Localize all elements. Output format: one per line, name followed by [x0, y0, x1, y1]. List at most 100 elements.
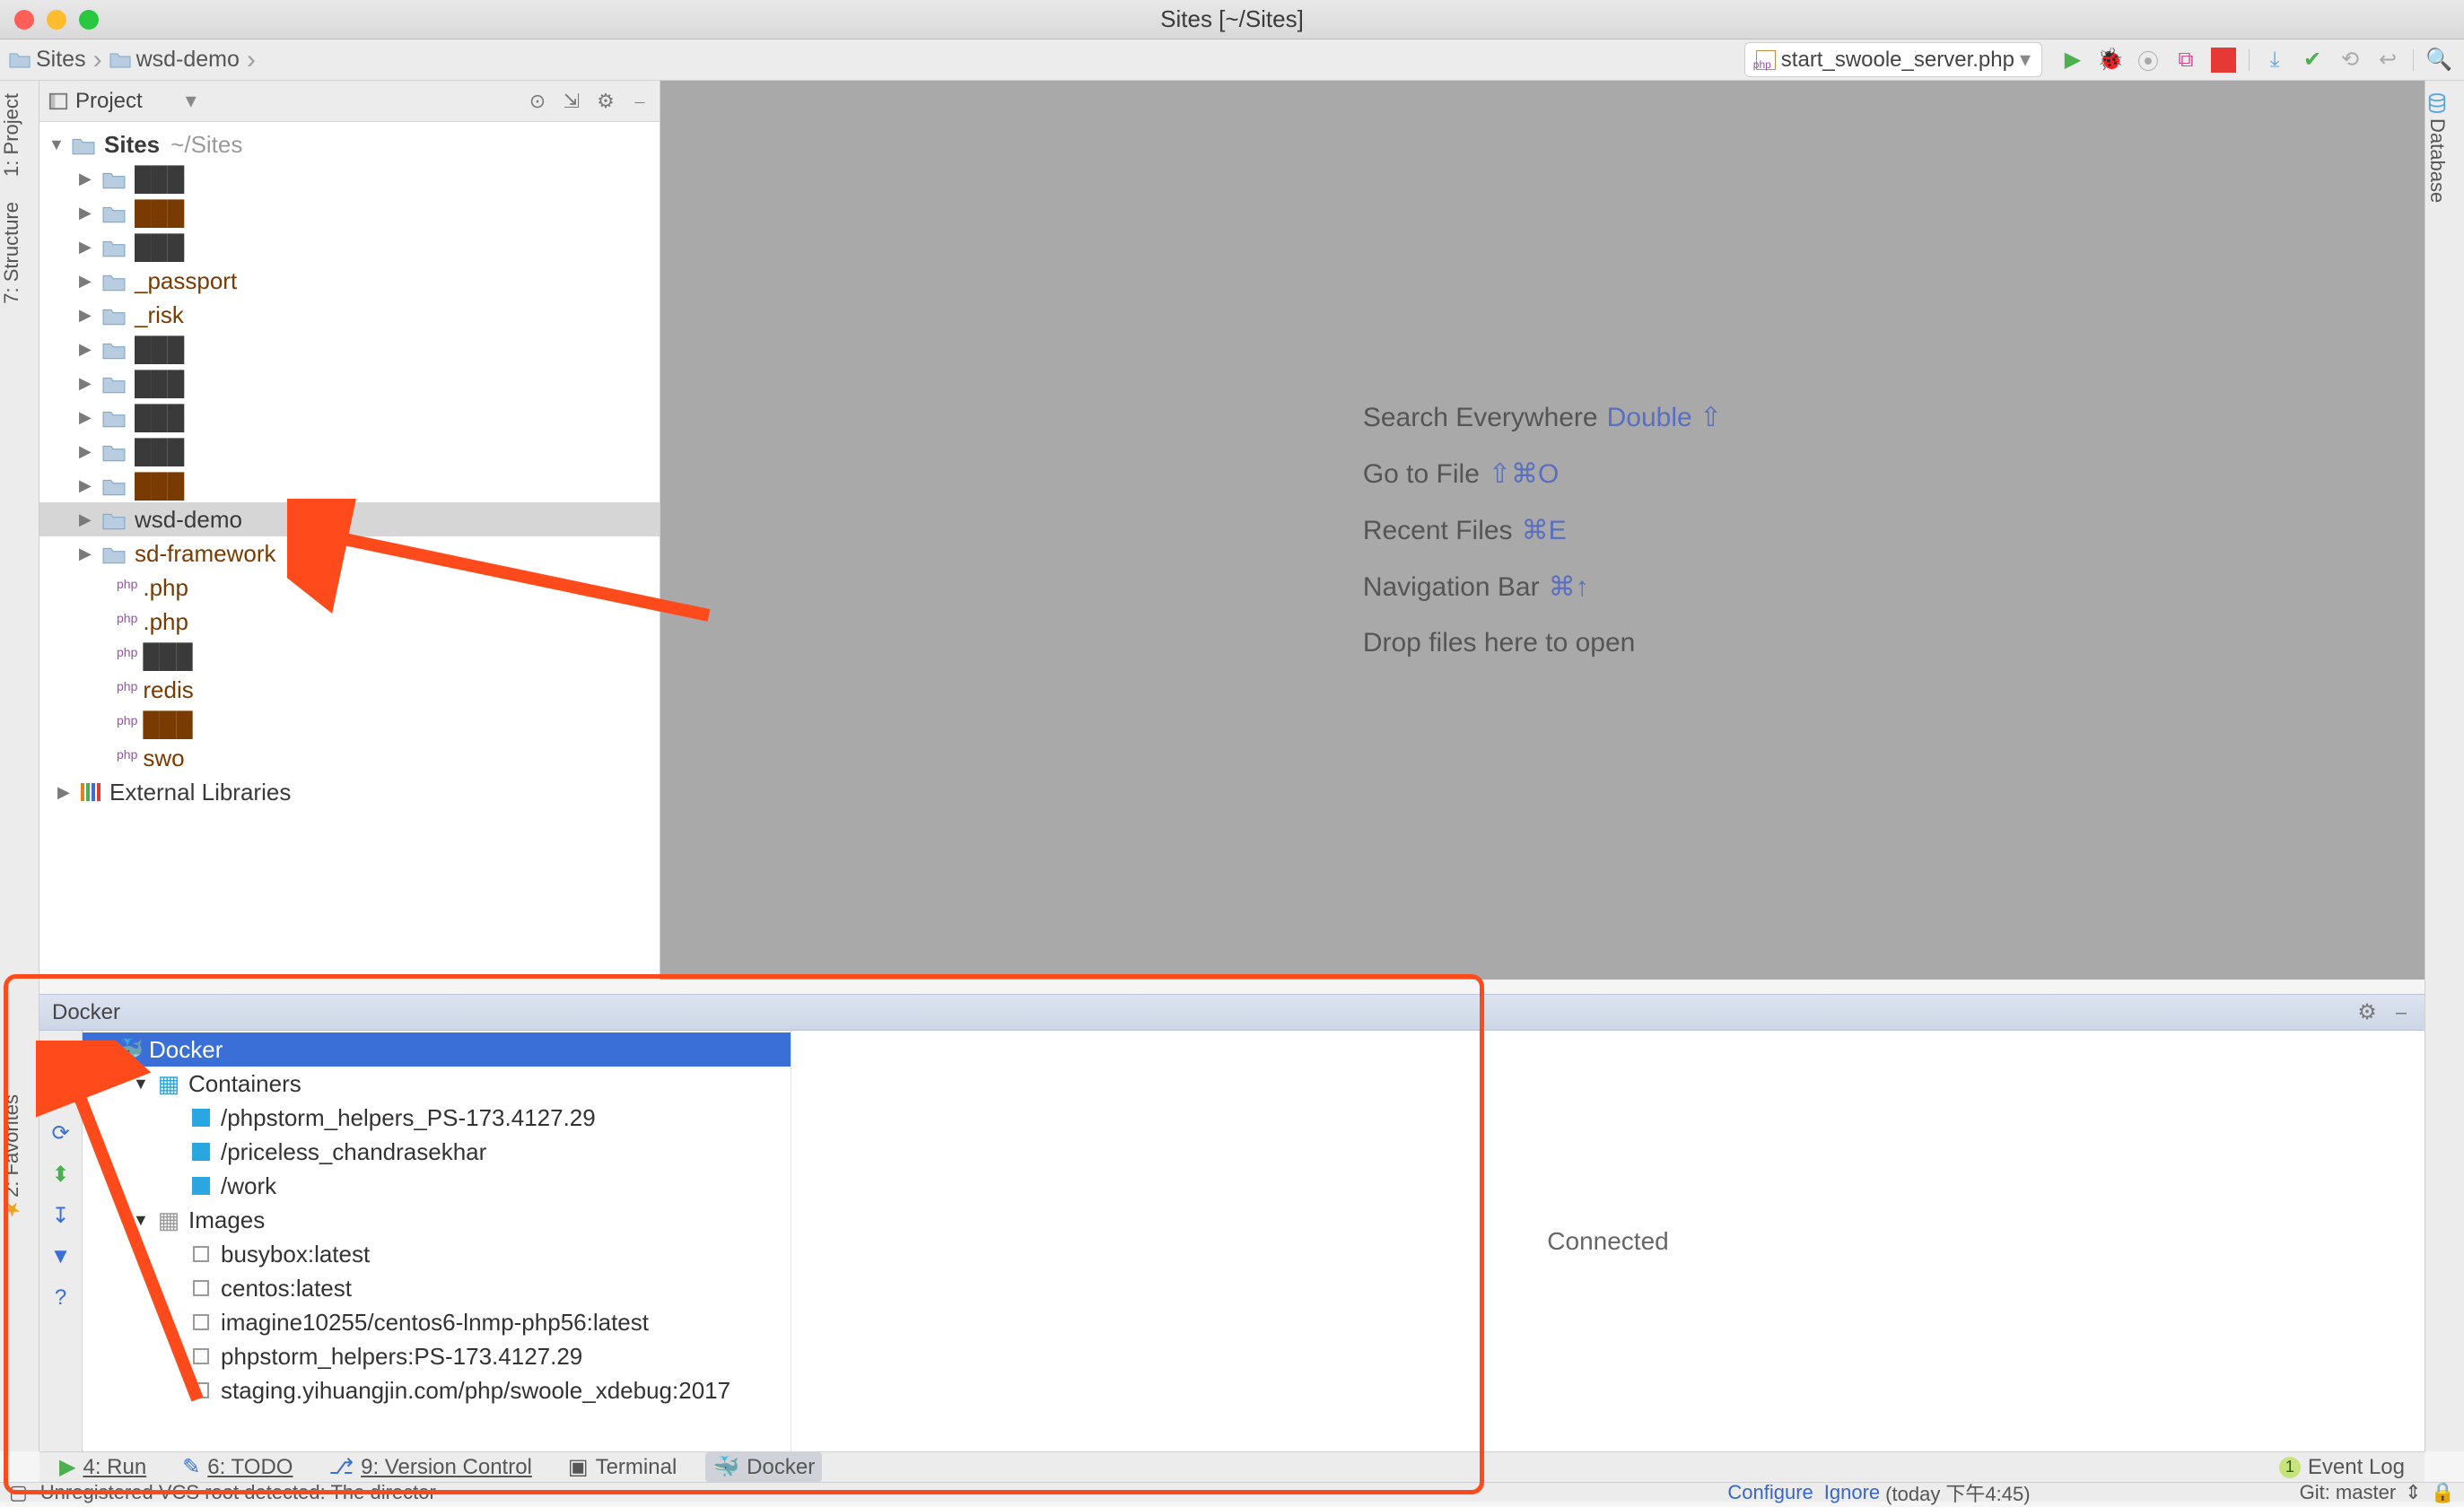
redeploy-icon[interactable]: ⟳ — [48, 1120, 74, 1145]
image-item[interactable]: busybox:latest — [83, 1237, 791, 1271]
tab-event-log[interactable]: 1Event Log — [2272, 1453, 2412, 1482]
lock-icon[interactable]: 🔒 — [2431, 1481, 2455, 1504]
container-item[interactable]: /phpstorm_helpers_PS-173.4127.29 — [83, 1101, 791, 1135]
expand-icon[interactable]: ▶ — [79, 442, 99, 461]
tree-folder[interactable]: ▶wsd-demo — [39, 502, 660, 536]
tab-todo[interactable]: ✎6: TODO — [175, 1452, 300, 1482]
tree-file[interactable]: php.php — [39, 571, 660, 605]
build-icon[interactable]: ⬍ — [48, 1162, 74, 1187]
help-icon[interactable]: ? — [48, 1285, 74, 1311]
tree-file[interactable]: phpswo — [39, 741, 660, 775]
external-libraries[interactable]: ▶ External Libraries — [39, 775, 660, 809]
chevron-up-down-icon[interactable]: ⇕ — [2405, 1481, 2421, 1504]
tree-folder[interactable]: ▶_passport — [39, 264, 660, 298]
gear-icon[interactable]: ⚙ — [595, 91, 616, 112]
tool-database-tab[interactable]: Database — [2425, 81, 2449, 215]
images-node[interactable]: ▼ ▦ Images — [83, 1203, 791, 1237]
php-file-icon — [1756, 50, 1776, 70]
expand-icon[interactable]: ▶ — [79, 476, 99, 495]
git-branch[interactable]: Git: master — [2300, 1481, 2397, 1504]
collapse-icon[interactable]: ▼ — [133, 1211, 153, 1230]
expand-icon[interactable]: ▶ — [79, 340, 99, 359]
image-item[interactable]: centos:latest — [83, 1271, 791, 1305]
tree-label: Sites — [104, 131, 160, 159]
tab-docker[interactable]: 🐳Docker — [705, 1452, 822, 1482]
coverage-icon[interactable]: ⦿ — [2136, 48, 2161, 73]
tool-project-tab[interactable]: 1: Project — [0, 81, 23, 189]
expand-icon[interactable]: ▶ — [79, 170, 99, 188]
hide-icon[interactable]: ⎯ — [629, 91, 651, 112]
update-icon[interactable]: ⤓ — [2262, 48, 2287, 73]
debug-icon[interactable]: 🐞 — [2098, 48, 2123, 73]
container-item[interactable]: /work — [83, 1169, 791, 1203]
revert-icon[interactable]: ↩ — [2375, 48, 2400, 73]
status-configure-link[interactable]: Configure — [1727, 1481, 1813, 1504]
expand-icon[interactable]: ▶ — [79, 238, 99, 257]
pull-icon[interactable]: ↧ — [48, 1203, 74, 1228]
tree-folder[interactable]: ▶sd-framework — [39, 536, 660, 571]
tree-label: /priceless_chandrasekhar — [221, 1138, 486, 1166]
image-item[interactable]: imagine10255/centos6-lnmp-php56:latest — [83, 1305, 791, 1339]
tree-file[interactable]: phpredis — [39, 673, 660, 707]
profile-icon[interactable]: ⧉ — [2173, 48, 2198, 73]
image-item[interactable]: staging.yihuangjin.com/php/swoole_xdebug… — [83, 1373, 791, 1407]
breadcrumb-label: Sites — [36, 47, 86, 73]
status-ignore-link[interactable]: Ignore — [1824, 1481, 1880, 1504]
tree-folder[interactable]: ▶███ — [39, 468, 660, 502]
image-item[interactable]: phpstorm_helpers:PS-173.4127.29 — [83, 1339, 791, 1373]
containers-node[interactable]: ▼ ▦ Containers — [83, 1067, 791, 1101]
docker-root[interactable]: ▼ 🐳 Docker — [83, 1032, 791, 1067]
stop-icon[interactable] — [2211, 48, 2236, 73]
tab-terminal[interactable]: ▣Terminal — [561, 1452, 684, 1482]
project-panel-title[interactable]: Project ▾ — [48, 88, 197, 114]
expand-icon[interactable]: ▶ — [57, 783, 77, 802]
filter-icon[interactable]: ▼ — [48, 1244, 74, 1269]
tool-favorites-tab[interactable]: ★2: Favorites — [0, 1082, 23, 1233]
gear-icon[interactable]: ⚙ — [2356, 1002, 2378, 1024]
tree-label: swo — [143, 745, 184, 772]
run-icon[interactable]: ▶ — [2060, 48, 2085, 73]
docker-tree[interactable]: ▼ 🐳 Docker ▼ ▦ Containers /phpstorm_help… — [83, 1031, 791, 1451]
tree-folder[interactable]: ▶███ — [39, 230, 660, 264]
search-icon[interactable]: 🔍 — [2426, 48, 2451, 73]
collapse-icon[interactable]: ▼ — [133, 1075, 153, 1093]
locate-icon[interactable]: ⊙ — [527, 91, 548, 112]
tree-file[interactable]: php.php — [39, 605, 660, 639]
status-text: Connected — [1547, 1227, 1668, 1256]
stop-deploy-icon[interactable]: ■ — [48, 1079, 74, 1104]
container-item[interactable]: /priceless_chandrasekhar — [83, 1135, 791, 1169]
expand-icon[interactable]: ▶ — [79, 374, 99, 393]
docker-panel-header[interactable]: Docker ⚙ ⎯ — [39, 995, 2425, 1031]
deploy-icon[interactable]: ▶ — [48, 1038, 74, 1063]
run-config-selector[interactable]: start_swoole_server.php ▾ — [1744, 42, 2042, 77]
expand-icon[interactable]: ▶ — [79, 306, 99, 325]
tab-vcs[interactable]: ⎇9: Version Control — [321, 1452, 538, 1482]
statusbar-icon[interactable]: ▢ — [9, 1481, 28, 1504]
tree-folder[interactable]: ▶███ — [39, 366, 660, 400]
tree-root[interactable]: ▼ Sites ~/Sites — [39, 127, 660, 161]
tree-folder[interactable]: ▶███ — [39, 196, 660, 230]
tree-folder[interactable]: ▶███ — [39, 434, 660, 468]
history-icon[interactable]: ⟲ — [2337, 48, 2363, 73]
collapse-icon[interactable]: ⇲ — [561, 91, 582, 112]
tool-structure-tab[interactable]: 7: Structure — [0, 189, 23, 317]
tree-folder[interactable]: ▶_risk — [39, 298, 660, 332]
tree-folder[interactable]: ▶███ — [39, 400, 660, 434]
commit-icon[interactable]: ✔ — [2300, 48, 2325, 73]
expand-icon[interactable]: ▶ — [79, 510, 99, 529]
tree-file[interactable]: php███ — [39, 707, 660, 741]
tab-run[interactable]: ▶4: Run — [52, 1452, 153, 1482]
expand-icon[interactable]: ▼ — [48, 135, 68, 154]
tree-file[interactable]: php███ — [39, 639, 660, 673]
collapse-icon[interactable]: ▼ — [93, 1041, 113, 1059]
breadcrumb-item[interactable]: Sites — [9, 47, 86, 73]
expand-icon[interactable]: ▶ — [79, 408, 99, 427]
expand-icon[interactable]: ▶ — [79, 544, 99, 563]
tree-folder[interactable]: ▶███ — [39, 332, 660, 366]
expand-icon[interactable]: ▶ — [79, 204, 99, 222]
breadcrumb-item[interactable]: wsd-demo — [109, 47, 240, 73]
project-tree[interactable]: ▼ Sites ~/Sites ▶███▶███▶███▶_passport▶_… — [39, 122, 660, 980]
tree-folder[interactable]: ▶███ — [39, 161, 660, 196]
expand-icon[interactable]: ▶ — [79, 272, 99, 291]
hide-icon[interactable]: ⎯ — [2390, 1002, 2412, 1024]
